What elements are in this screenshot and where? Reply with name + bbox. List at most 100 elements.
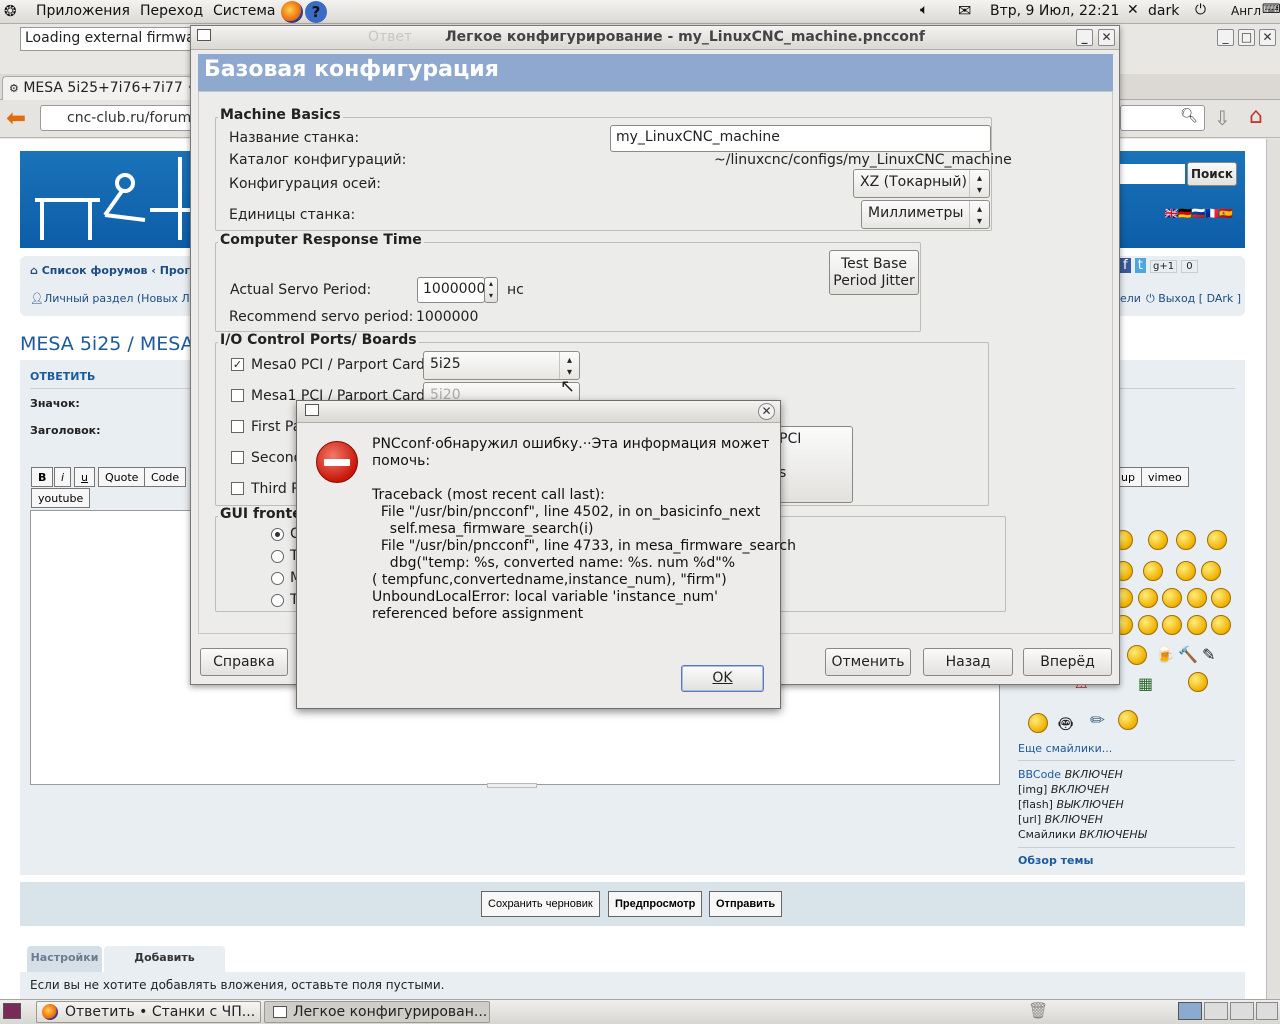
- back-arrow-icon[interactable]: ⬅: [6, 104, 26, 132]
- user-status-icon[interactable]: ✕: [1127, 2, 1139, 18]
- gplus-icon[interactable]: g+1: [1149, 260, 1178, 273]
- smiley-icon[interactable]: [1148, 530, 1168, 550]
- smiley-icon[interactable]: [1188, 672, 1208, 692]
- trash-icon[interactable]: 🗑︎: [1028, 1001, 1048, 1020]
- smiley-icon[interactable]: [1211, 588, 1231, 608]
- taskbar-firefox[interactable]: Ответить • Станки с ЧП...: [36, 1001, 261, 1023]
- error-close-button[interactable]: ✕: [758, 403, 775, 420]
- preview-button[interactable]: Предпросмотр: [608, 891, 703, 917]
- show-desktop-icon[interactable]: [3, 1003, 21, 1019]
- code-button[interactable]: Code: [144, 467, 187, 487]
- menu-system[interactable]: Система: [213, 3, 275, 19]
- personal-section-link[interactable]: 👤︎Личный раздел (Новых ЛС:: [30, 292, 201, 305]
- power-icon[interactable]: ⏻: [1195, 2, 1206, 18]
- servo-period-spin-button[interactable]: ▴ ▾: [484, 277, 498, 303]
- home-icon[interactable]: ⌂: [1249, 104, 1263, 129]
- logout-link[interactable]: ⏻ Выход [ DArk ]: [1146, 292, 1241, 306]
- volume-icon[interactable]: 🔈︎: [920, 2, 928, 18]
- vimeo-button[interactable]: vimeo: [1141, 467, 1189, 487]
- test-jitter-button[interactable]: Test Base Period Jitter: [829, 250, 919, 295]
- page-scrollbar[interactable]: [1266, 139, 1280, 1000]
- smiley-icon[interactable]: [1211, 615, 1231, 635]
- window-menu-icon[interactable]: [197, 29, 211, 41]
- smiley-icon[interactable]: [1201, 561, 1221, 581]
- facebook-icon[interactable]: f: [1120, 258, 1131, 273]
- first-parport-checkbox[interactable]: [231, 420, 244, 433]
- machine-name-input[interactable]: my_LinuxCNC_machine: [610, 125, 991, 152]
- pencil-icon[interactable]: ✎: [1202, 645, 1215, 664]
- gui-radio-4[interactable]: [271, 594, 284, 607]
- bold-button[interactable]: B: [31, 467, 54, 487]
- robot-icon[interactable]: 🤖︎: [1059, 708, 1072, 740]
- menu-applications[interactable]: Приложения: [36, 3, 130, 19]
- topic-overview-link[interactable]: Обзор темы: [1018, 854, 1093, 867]
- smiley-icon[interactable]: [1118, 710, 1138, 730]
- hammer-icon[interactable]: 🔨: [1178, 645, 1198, 664]
- italic-button[interactable]: i: [54, 467, 72, 487]
- menu-places[interactable]: Переход: [140, 3, 203, 19]
- tab-settings[interactable]: Настройки: [27, 946, 102, 972]
- underline-button[interactable]: u: [74, 467, 95, 487]
- twitter-icon[interactable]: t: [1134, 258, 1146, 273]
- mesa0-select[interactable]: 5i25 ▴ ▾: [423, 351, 580, 380]
- url-bar[interactable]: cnc-club.ru/forum/p: [40, 105, 200, 131]
- cancel-button[interactable]: Отменить: [825, 648, 911, 676]
- share-buttons[interactable]: f t g+1 0: [1120, 258, 1198, 273]
- help-button[interactable]: Справка: [200, 648, 288, 676]
- send-button[interactable]: Отправить: [709, 891, 783, 917]
- mail-icon[interactable]: ✉: [958, 1, 971, 20]
- forum-search-input[interactable]: [1120, 164, 1185, 184]
- servo-period-input[interactable]: 1000000: [417, 277, 485, 303]
- breadcrumb[interactable]: ⌂ Список форумов ‹ Програ: [30, 264, 205, 277]
- gui-radio-2[interactable]: [271, 550, 284, 563]
- firefox-launcher-icon[interactable]: [281, 1, 303, 23]
- workspace-4[interactable]: [1256, 1002, 1278, 1020]
- workspace-1[interactable]: [1178, 1002, 1202, 1020]
- back-button[interactable]: Назад: [923, 648, 1013, 676]
- browser-search-box[interactable]: 🔍︎: [1120, 105, 1205, 131]
- smiley-icon[interactable]: [1162, 615, 1182, 635]
- browser-maximize-button[interactable]: □: [1238, 29, 1255, 46]
- browser-minimize-button[interactable]: _: [1217, 29, 1234, 46]
- gui-radio-1[interactable]: [271, 528, 284, 541]
- workspace-2[interactable]: [1204, 1002, 1228, 1020]
- language-flags-icon[interactable]: 🇬🇧🇩🇪🇷🇺🇫🇷🇪🇸: [1165, 207, 1233, 220]
- more-smileys-link[interactable]: Еще смайлики...: [1018, 742, 1112, 755]
- board-icon[interactable]: ▦: [1138, 674, 1153, 693]
- window-menu-icon[interactable]: [305, 404, 319, 416]
- axis-config-select[interactable]: XZ (Токарный) ▴ ▾: [853, 169, 990, 198]
- keyboard-layout[interactable]: Англ: [1231, 4, 1261, 18]
- download-arrow-icon[interactable]: ⇩: [1214, 106, 1231, 130]
- monkey-smiley-icon[interactable]: [1127, 645, 1147, 665]
- smiley-icon[interactable]: [1187, 588, 1207, 608]
- quote-button[interactable]: Quote: [98, 467, 146, 487]
- beer-icon[interactable]: 🍺: [1155, 645, 1175, 664]
- ok-button[interactable]: OK: [681, 665, 764, 692]
- smiley-icon[interactable]: [1176, 530, 1196, 550]
- input-icon[interactable]: ⌨: [1262, 2, 1280, 17]
- mesa1-checkbox[interactable]: [231, 389, 244, 402]
- workspace-3[interactable]: [1230, 1002, 1254, 1020]
- gui-radio-3[interactable]: [271, 572, 284, 585]
- pncconf-minimize-button[interactable]: _: [1076, 29, 1093, 46]
- screwdriver-icon[interactable]: ✏: [1090, 710, 1105, 731]
- pncconf-close-button[interactable]: ✕: [1098, 29, 1115, 46]
- bbcode-link[interactable]: BBCode: [1018, 768, 1061, 781]
- tab-attachments[interactable]: Добавить вложения: [104, 946, 225, 988]
- smiley-icon[interactable]: [1187, 615, 1207, 635]
- units-select[interactable]: Миллиметры ▴ ▾: [861, 200, 990, 229]
- users-link[interactable]: ели: [1120, 292, 1141, 305]
- second-parport-checkbox[interactable]: [231, 451, 244, 464]
- mesa0-checkbox[interactable]: ✓: [231, 358, 244, 371]
- forward-button[interactable]: Вперёд: [1023, 648, 1112, 676]
- browser-tab[interactable]: ⚙ MESA 5i25+7i76+7i77 • С: [2, 76, 192, 100]
- taskbar-pncconf[interactable]: Легкое конфигурирован...: [264, 1001, 490, 1023]
- smiley-icon[interactable]: [1138, 615, 1158, 635]
- save-draft-button[interactable]: Сохранить черновик: [481, 891, 600, 917]
- mesa1-select[interactable]: 5i20: [423, 382, 580, 403]
- textarea-resize-handle[interactable]: [487, 783, 537, 788]
- ubuntu-logo-icon[interactable]: ❂: [4, 2, 17, 20]
- user-name[interactable]: dark: [1148, 3, 1179, 19]
- error-dialog-titlebar[interactable]: ✕: [297, 401, 780, 423]
- smiley-icon[interactable]: [1207, 530, 1227, 550]
